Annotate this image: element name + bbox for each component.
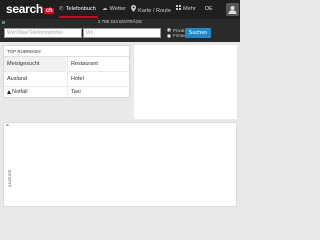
rubrik-ausland[interactable]: Ausland: [4, 72, 66, 87]
active-nav-indicator: [59, 16, 98, 18]
what-search-input[interactable]: Wer/Was/Telefonnummer: [4, 28, 82, 38]
warning-icon: [7, 89, 11, 94]
grid-icon: [176, 5, 181, 13]
language-selector[interactable]: DE: [205, 6, 213, 12]
rubrik-meistgesucht[interactable]: Meistgesucht: [4, 57, 66, 72]
nav-label: Telefonbuch: [65, 6, 96, 12]
phone-icon: ✆: [59, 6, 64, 12]
search-button[interactable]: Suchen: [185, 28, 211, 38]
rubrik-notfall[interactable]: Notfall: [4, 87, 66, 97]
nav-mehr[interactable]: Mehr: [176, 5, 196, 13]
rubrik-taxi[interactable]: Taxi: [67, 87, 129, 97]
nav-label: Mehr: [183, 6, 196, 12]
where-search-input[interactable]: Wo: [83, 28, 161, 38]
advertisement-box: × ANZEIGE: [3, 122, 237, 207]
top-navigation-bar: search ch ✆ Telefonbuch ☁ Wetter Karte / Ro…: [0, 0, 240, 19]
nav-label: Wetter: [109, 6, 126, 12]
rubrik-label: Restaurant: [71, 61, 98, 67]
rubrik-label: Notfall: [12, 89, 28, 95]
nav-telefonbuch[interactable]: ✆ Telefonbuch: [59, 5, 96, 13]
radio-privat-label: Privat: [173, 27, 185, 33]
close-ad-button[interactable]: ×: [6, 123, 9, 129]
rubrik-hotel[interactable]: Hotel: [67, 72, 129, 87]
radio-firmen[interactable]: [167, 33, 171, 38]
top-rubriken-panel: TOP RUBRIKEN Meistgesucht Ausland Notfal…: [3, 45, 130, 98]
nav-wetter[interactable]: ☁ Wetter: [102, 5, 126, 13]
entries-count: 2 788 244 EINTRÄGE: [97, 19, 143, 24]
search-ch-logo[interactable]: search ch: [6, 2, 55, 18]
rubrik-label: Taxi: [71, 89, 81, 95]
panel-title: TOP RUBRIKEN: [4, 46, 129, 57]
logo-badge: ch: [43, 8, 55, 14]
rubrik-label: Hotel: [71, 76, 84, 82]
user-account-button[interactable]: [226, 3, 239, 16]
logo-text: search: [6, 2, 43, 16]
rubrik-restaurant[interactable]: Restaurant: [67, 57, 129, 72]
nav-label: Karte / Route: [138, 8, 171, 14]
rubrik-label: Ausland: [7, 76, 27, 82]
cloud-icon: ☁: [102, 6, 108, 12]
rubrik-label: Meistgesucht: [7, 61, 40, 67]
map-pin-icon: [131, 5, 136, 15]
ad-label: ANZEIGE: [7, 169, 12, 187]
side-content-box: [134, 45, 237, 119]
radio-privat[interactable]: [167, 28, 171, 32]
user-icon: [228, 6, 237, 14]
nav-karte-route[interactable]: Karte / Route: [131, 5, 171, 15]
